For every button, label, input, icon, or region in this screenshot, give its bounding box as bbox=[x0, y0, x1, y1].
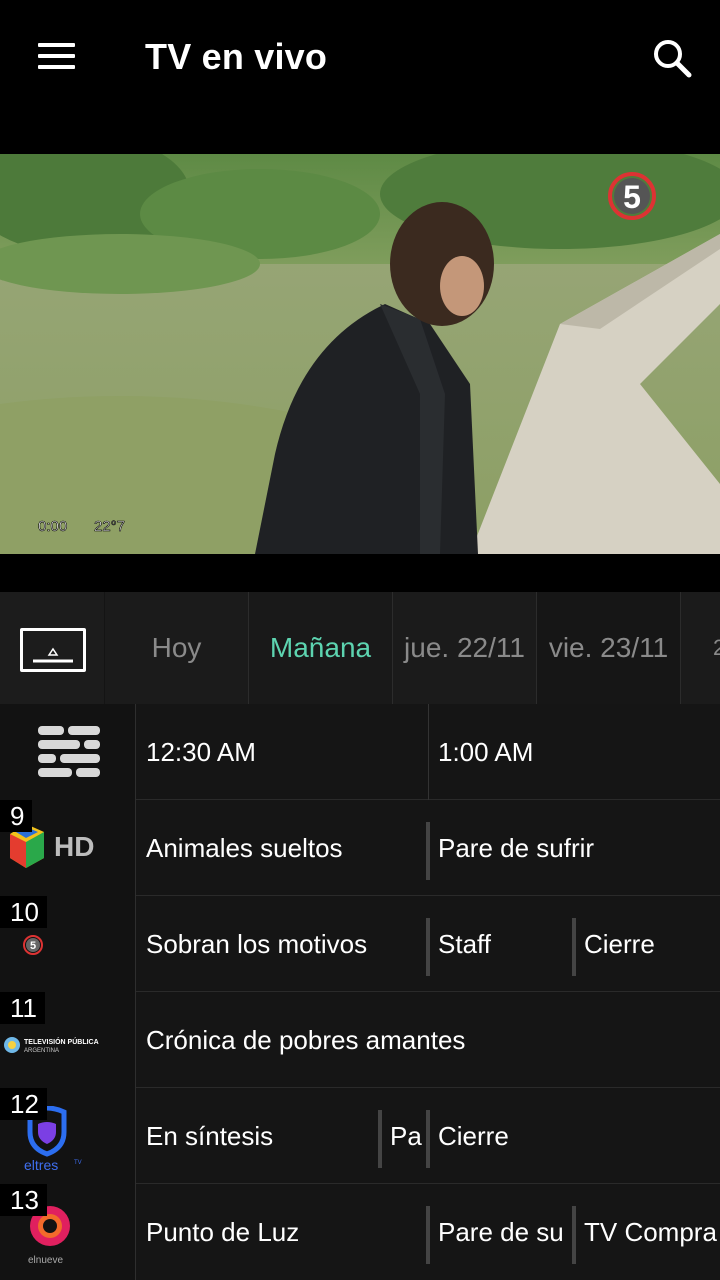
video-frame: 5 0:00 22°7 bbox=[0, 154, 720, 554]
tv-screen-icon[interactable] bbox=[0, 592, 104, 704]
video-player[interactable]: 5 0:00 22°7 bbox=[0, 154, 720, 554]
channel-number: 9 bbox=[0, 800, 33, 832]
channel-cell[interactable]: 5 10 bbox=[0, 896, 136, 992]
channel-number: 12 bbox=[0, 1088, 47, 1120]
svg-text:ARGENTINA: ARGENTINA bbox=[24, 1048, 59, 1054]
time-slot-1: 12:30 AM bbox=[146, 736, 256, 767]
svg-text:TV: TV bbox=[74, 1160, 82, 1166]
app-bar: TV en vivo bbox=[0, 0, 720, 118]
program-cell[interactable]: TV Compra bbox=[574, 1184, 720, 1280]
channel-5-bug: 5 bbox=[608, 172, 656, 220]
program-cell[interactable]: Punto de Luz bbox=[136, 1184, 426, 1280]
channel-row: eltres TV 12 En síntesis Pa Cierre bbox=[0, 1088, 720, 1184]
channel-cell[interactable]: elnueve 13 bbox=[0, 1184, 136, 1280]
channel-cell[interactable]: HD 9 bbox=[0, 800, 136, 896]
day-tabs: Hoy Mañana jue. 22/11 vie. 23/11 2 bbox=[0, 592, 720, 704]
program-cell[interactable]: Cierre bbox=[574, 896, 720, 992]
svg-text:HD: HD bbox=[54, 831, 94, 862]
program-cell[interactable]: Staff bbox=[428, 896, 572, 992]
program-guide: 12:30 AM 1:00 AM HD 9 Animales sueltos P… bbox=[0, 704, 720, 1280]
time-header-row: 12:30 AM 1:00 AM bbox=[0, 704, 720, 800]
svg-text:elnueve: elnueve bbox=[28, 1255, 63, 1266]
channel-number: 11 bbox=[0, 992, 45, 1024]
channel-cell[interactable]: TELEVISIÓN PÚBLICA ARGENTINA 11 bbox=[0, 992, 136, 1088]
player-spacer bbox=[0, 554, 720, 592]
svg-text:5: 5 bbox=[623, 179, 641, 215]
svg-text:5: 5 bbox=[30, 940, 36, 952]
tab-jue-22-11[interactable]: jue. 22/11 bbox=[393, 592, 536, 704]
program-cell[interactable]: En síntesis bbox=[136, 1088, 378, 1184]
guide-header-cell bbox=[0, 704, 136, 800]
tab-vie-23-11[interactable]: vie. 23/11 bbox=[537, 592, 680, 704]
program-cell[interactable]: Animales sueltos bbox=[136, 800, 426, 896]
osd-time: 0:00 bbox=[38, 518, 67, 535]
svg-text:TELEVISIÓN PÚBLICA: TELEVISIÓN PÚBLICA bbox=[24, 1037, 99, 1046]
channel-row: elnueve 13 Punto de Luz Pare de su TV Co… bbox=[0, 1184, 720, 1280]
channel-cell[interactable]: eltres TV 12 bbox=[0, 1088, 136, 1184]
tab-next-day[interactable]: 2 bbox=[681, 592, 720, 704]
osd-temperature: 22°7 bbox=[94, 518, 125, 535]
time-slot-2: 1:00 AM bbox=[438, 736, 534, 767]
telefe-5-logo: 5 bbox=[23, 935, 43, 955]
channel-row: HD 9 Animales sueltos Pare de sufrir bbox=[0, 800, 720, 896]
program-cell[interactable]: Pare de sufrir bbox=[428, 800, 720, 896]
grid-list-icon[interactable] bbox=[38, 726, 100, 778]
tab-manana[interactable]: Mañana bbox=[249, 592, 392, 704]
hamburger-menu-icon[interactable] bbox=[30, 34, 82, 78]
channel-number: 13 bbox=[0, 1184, 47, 1216]
program-cell[interactable]: Crónica de pobres amantes bbox=[136, 992, 720, 1088]
television-publica-logo: TELEVISIÓN PÚBLICA ARGENTINA bbox=[4, 1037, 99, 1054]
tab-hoy[interactable]: Hoy bbox=[105, 592, 248, 704]
program-cell[interactable]: Sobran los motivos bbox=[136, 896, 426, 992]
svg-text:eltres: eltres bbox=[24, 1157, 58, 1173]
search-icon[interactable] bbox=[646, 32, 698, 84]
channel-number: 10 bbox=[0, 896, 47, 928]
program-cell[interactable]: Pare de su bbox=[428, 1184, 572, 1280]
program-cell[interactable]: Cierre bbox=[428, 1088, 720, 1184]
program-cell[interactable]: Pa bbox=[380, 1088, 426, 1184]
channel-row: TELEVISIÓN PÚBLICA ARGENTINA 11 Crónica … bbox=[0, 992, 720, 1088]
channel-row: 5 10 Sobran los motivos Staff Cierre bbox=[0, 896, 720, 992]
page-title: TV en vivo bbox=[145, 36, 328, 77]
